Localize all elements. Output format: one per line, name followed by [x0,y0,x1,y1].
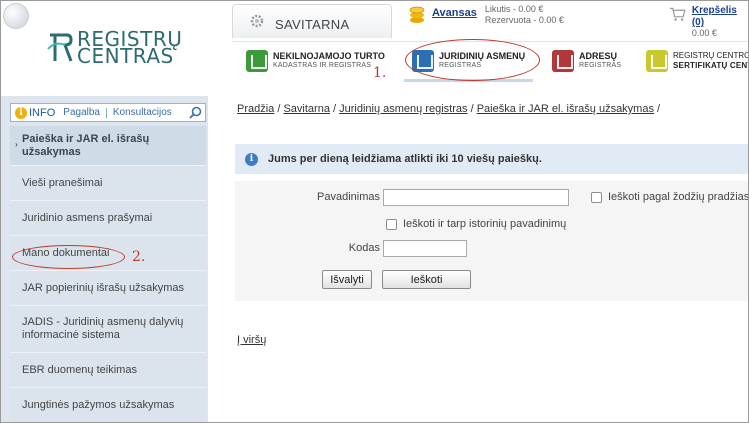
sidebar-item-label: Paieška ir JAR el. išrašų užsakymas [22,132,150,158]
info-label: INFO [29,106,56,119]
cart-total: 0.00 € [691,28,717,38]
word-start-checkbox[interactable] [591,192,602,203]
rezervuota-text: Rezervuota - 0.00 € [484,15,564,25]
registru-centras-logo[interactable]: REGISTRŲ CENTRAS [47,29,182,68]
search-icon[interactable] [189,106,202,119]
sidebar-item-jungtines-pazymos[interactable]: Jungtinės pažymos užsakymas [10,388,206,422]
info-icon: i [245,152,258,166]
info-bar: i INFO Pagalba | Konsultacijos [10,103,206,122]
annotation-oval-2 [12,245,125,269]
annotation-oval-1 [405,39,540,81]
sidebar-item-jadis[interactable]: JADIS - Juridinių asmenų dalyvių informa… [10,306,206,353]
alert-text: Jums per dieną leidžiama atlikti iki 10 … [268,153,542,165]
nav-sertifikatu-centras[interactable]: REGISTRŲ CENTRO SERTIFIKATŲ CENT [646,50,749,72]
info-icon: i [15,106,27,119]
sidebar-item-label: Vieši pranešimai [22,176,103,189]
search-form: Pavadinimas Ieškoti pagal žodžių pradžia… [235,181,748,301]
sidebar-item-jar-popieriniu-israsu[interactable]: JAR popierinių išrašų užsakymas [10,271,206,306]
word-start-label: Ieškoti pagal žodžių pradžias [608,191,749,203]
avansas-link[interactable]: Avansas [432,7,477,26]
history-checkbox[interactable] [386,219,397,230]
breadcrumb-pradzia[interactable]: Pradžia [237,103,274,115]
search-limit-alert: i Jums per dieną leidžiama atlikti iki 1… [235,144,748,174]
nav-nekilnojamojo-turto[interactable]: NEKILNOJAMOJO TURTO KADASTRAS IR REGISTR… [246,50,385,72]
nav-title: NEKILNOJAMOJO TURTO [273,51,385,61]
sidebar-item-label: Jungtinės pažymos užsakymas [22,398,175,411]
search-button[interactable]: Ieškoti [382,270,471,289]
nav-adresu[interactable]: ADRESŲ REGISTRAS [552,50,621,72]
browser-frame: REGISTRŲ CENTRAS SAVITARNA Avansas Likut… [0,0,749,423]
history-label: Ieškoti ir tarp istorinių pavadinimų [403,218,567,230]
bullet-icon: › [15,140,18,149]
sertifikatai-icon [646,50,668,72]
breadcrumb-separator: / [329,103,340,115]
account-balance: Avansas Likutis - 0.00 € Rezervuota - 0.… [408,4,564,26]
annotation-number-1: 1. [373,65,387,81]
code-input[interactable] [383,240,467,257]
breadcrumb-separator: / [653,103,661,115]
coins-icon [409,6,425,23]
adresai-icon [552,50,574,72]
logo-area: REGISTRŲ CENTRAS [1,1,232,96]
breadcrumb: Pradžia / Savitarna / Juridinių asmenų r… [237,103,660,115]
likutis-text: Likutis - 0.00 € [484,4,544,14]
nav-title: REGISTRŲ CENTRO [673,51,749,60]
sidebar-menu: › Paieška ir JAR el. išrašų užsakymas Vi… [10,126,206,422]
breadcrumb-paieska[interactable]: Paieška ir JAR el. išrašų užsakymas [477,103,654,115]
separator: | [104,106,108,119]
breadcrumb-juridiniu-asmenu-registras[interactable]: Juridinių asmenų registras [339,103,467,115]
breadcrumb-savitarna[interactable]: Savitarna [283,103,329,115]
sidebar-item-label: Juridinio asmens prašymai [22,211,153,224]
clear-button[interactable]: Išvalyti [322,270,372,289]
nav-sub: KADASTRAS IR REGISTRAS [273,62,372,69]
nav-title: ADRESŲ [579,51,618,61]
main-content: Pradžia / Savitarna / Juridinių asmenų r… [235,96,748,422]
nav-sub: REGISTRAS [579,62,622,69]
sidebar-item-viesi-pranesimai[interactable]: Vieši pranešimai [10,166,206,201]
to-top-link[interactable]: Į viršų [237,334,266,346]
cart: Krepšelis (0) 0.00 € [669,4,748,38]
savitarna-label: SAVITARNA [275,17,350,32]
nav-sub: SERTIFIKATŲ CENT [673,61,749,70]
logo-mark-icon [47,33,73,62]
konsultacijos-link[interactable]: Konsultacijos [113,107,172,118]
cart-link[interactable]: Krepšelis (0) [692,5,737,28]
nekilnojamas-turtas-icon [246,50,268,72]
shopping-cart-icon [669,7,686,21]
sidebar-item-label: JAR popierinių išrašų užsakymas [22,281,185,294]
sidebar-item-label: EBR duomenų teikimas [22,363,137,376]
logo-line-2: CENTRAS [77,44,174,68]
tab-savitarna[interactable]: SAVITARNA [232,4,392,38]
sidebar-item-juridinio-asmens-prasymai[interactable]: Juridinio asmens prašymai [10,201,206,236]
state-emblem-icon [3,3,29,29]
sidebar-item-paieska[interactable]: › Paieška ir JAR el. išrašų užsakymas [10,126,206,166]
name-input[interactable] [383,189,569,206]
sidebar-item-ebr-duomenu-teikimas[interactable]: EBR duomenų teikimas [10,353,206,388]
breadcrumb-separator: / [467,103,477,115]
code-label: Kodas [348,242,380,254]
gear-icon [250,14,264,28]
name-label: Pavadinimas [317,191,380,203]
pagalba-link[interactable]: Pagalba [63,107,100,118]
annotation-number-2: 2. [132,249,146,265]
sidebar-item-label: JADIS - Juridinių asmenų dalyvių informa… [22,316,184,341]
